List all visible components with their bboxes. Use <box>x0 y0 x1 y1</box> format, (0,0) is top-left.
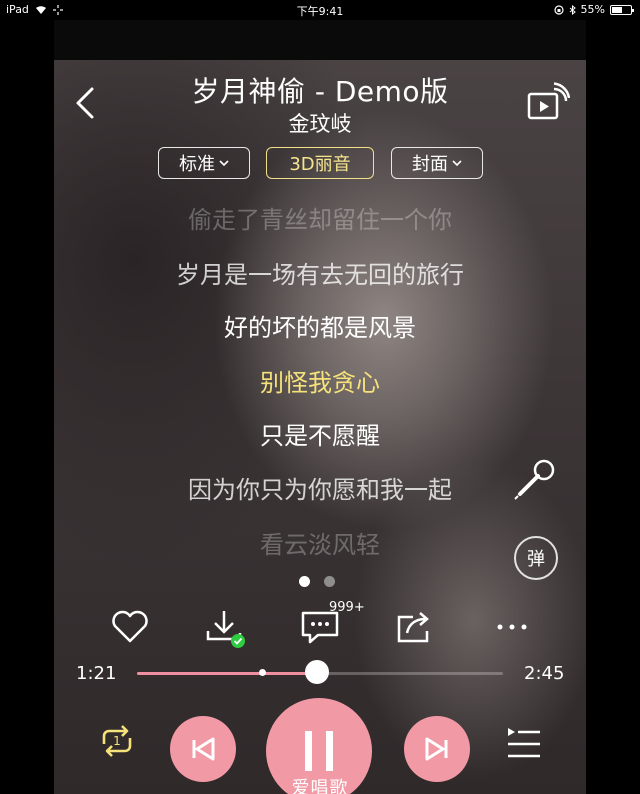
watermark-label: 爱唱歌 <box>291 778 349 794</box>
prev-icon <box>192 737 215 761</box>
share-icon[interactable] <box>393 605 437 649</box>
total-time: 2:45 <box>524 663 565 684</box>
action-bar <box>54 605 586 649</box>
status-bar: iPad 下午9:41 55% <box>0 0 640 20</box>
svg-text:1: 1 <box>113 734 121 748</box>
battery-percent: 55% <box>580 3 605 16</box>
danmu-label: 弹 <box>527 549 545 570</box>
heart-icon[interactable] <box>108 605 152 649</box>
sound-effect-button[interactable]: 3D丽音 <box>266 147 374 179</box>
lyric-line: 因为你只为你愿和我一起 <box>188 476 452 504</box>
rotation-lock-icon <box>553 4 564 15</box>
top-band <box>54 20 586 60</box>
comment-count-badge: 999+ <box>329 600 365 615</box>
battery-icon <box>610 4 634 15</box>
next-button[interactable] <box>404 716 470 782</box>
lyric-line: 只是不愿醒 <box>260 422 380 450</box>
quality-label: 标准 <box>179 154 215 175</box>
previous-button[interactable] <box>170 716 236 782</box>
queue-icon[interactable] <box>504 724 544 764</box>
lyric-line: 岁月是一场有去无回的旅行 <box>176 261 464 289</box>
progress-played <box>137 672 317 675</box>
mic-icon[interactable] <box>512 458 556 502</box>
next-icon <box>425 737 448 761</box>
lyric-line: 好的坏的都是风景 <box>224 314 416 342</box>
progress-thumb[interactable] <box>304 660 329 684</box>
battery-fill <box>612 6 622 13</box>
song-title: 岁月神偷 - Demo版 <box>191 75 449 108</box>
current-lyric-line: 别怪我贪心 <box>260 369 380 397</box>
current-time: 1:21 <box>76 663 117 684</box>
lyric-line: 看云淡风轻 <box>260 531 380 559</box>
quality-button[interactable]: 标准 <box>158 147 250 179</box>
cover-button[interactable]: 封面 <box>391 147 483 179</box>
pause-icon <box>305 731 333 771</box>
cover-label: 封面 <box>412 154 448 175</box>
more-icon[interactable] <box>490 605 534 649</box>
page-dot <box>299 576 310 587</box>
sound-effect-label: 3D丽音 <box>289 154 351 175</box>
download-icon[interactable] <box>202 605 246 649</box>
page-dot <box>324 576 335 587</box>
playback-controls: 1 爱唱歌 <box>54 696 586 794</box>
status-time: 下午9:41 <box>296 5 344 18</box>
danmu-button[interactable]: 弹 <box>514 536 558 580</box>
player: 岁月神偷 - Demo版 金玟岐 标准 3D丽音 封面 偷走了青丝却留住一个你 … <box>54 60 586 794</box>
repeat-icon[interactable]: 1 <box>96 720 138 762</box>
cast-icon[interactable] <box>526 82 570 124</box>
artist-name[interactable]: 金玟岐 <box>54 108 586 138</box>
lyric-line: 偷走了青丝却留住一个你 <box>188 206 452 234</box>
chevron-down-icon <box>452 160 462 167</box>
status-right: 55% <box>553 3 634 16</box>
bluetooth-icon <box>569 4 576 15</box>
page-indicator <box>299 576 335 587</box>
chevron-down-icon <box>219 160 229 167</box>
